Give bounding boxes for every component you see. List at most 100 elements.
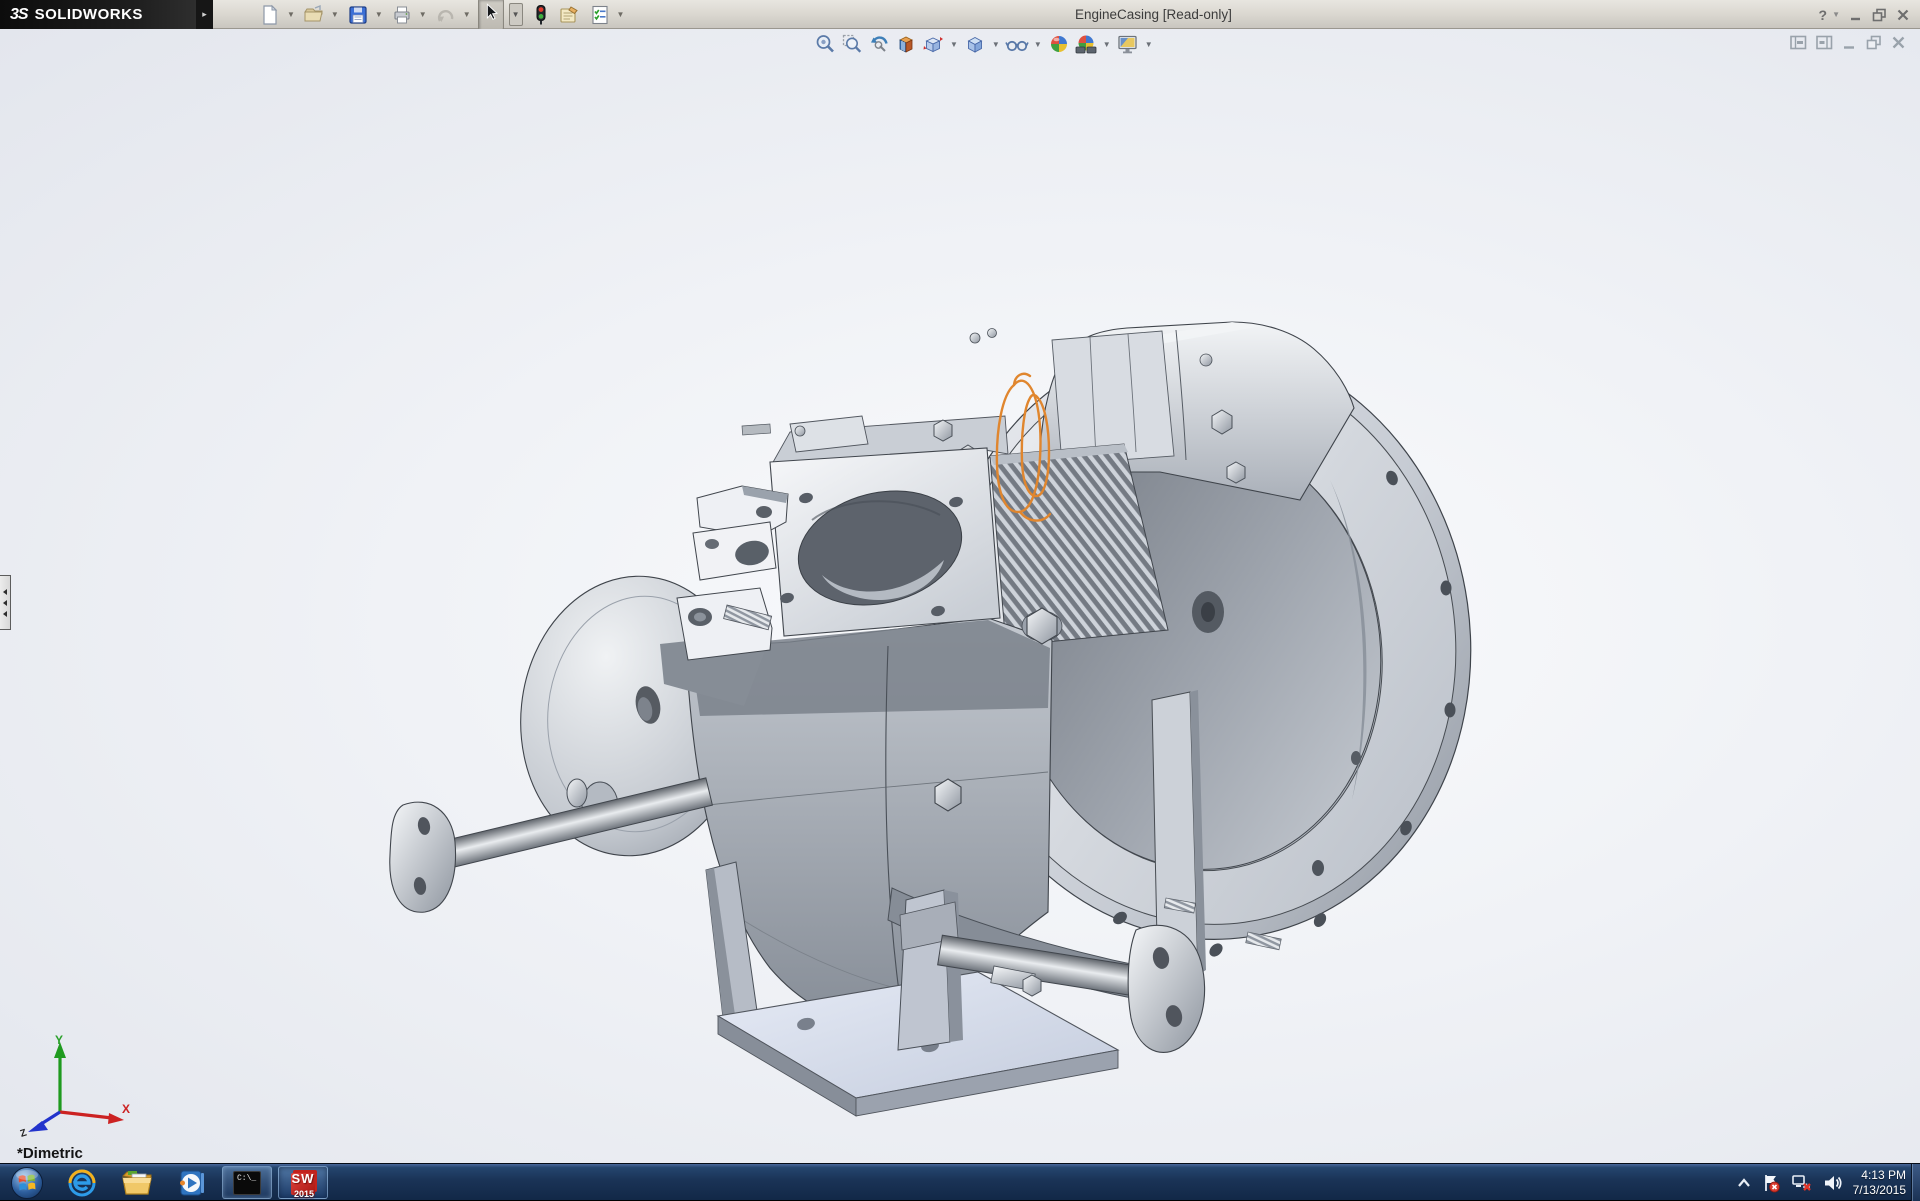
view-settings-button[interactable] bbox=[1116, 32, 1140, 56]
clock[interactable]: 4:13 PM 7/13/2015 bbox=[1853, 1168, 1906, 1198]
internet-explorer-button[interactable] bbox=[66, 1167, 98, 1199]
restore-button[interactable] bbox=[1872, 8, 1887, 22]
desktop: 3S SOLIDWORKS ▸ ▼ ▼ bbox=[0, 0, 1920, 1200]
select-dropdown[interactable]: ▼ bbox=[509, 3, 523, 26]
windows-taskbar: C:\_ SW 2015 bbox=[0, 1163, 1920, 1200]
print-icon bbox=[391, 4, 413, 26]
design-checklist-button[interactable] bbox=[588, 2, 612, 28]
document-minimize-button[interactable] bbox=[1842, 35, 1857, 50]
featuremanager-collapsed-tab[interactable] bbox=[0, 575, 11, 630]
engine-casing-model bbox=[0, 29, 1920, 1163]
document-window-controls bbox=[1790, 35, 1906, 50]
appearance-sphere-icon bbox=[1048, 33, 1070, 55]
document-title: EngineCasing [Read-only] bbox=[1075, 0, 1232, 29]
apply-scene-dropdown[interactable]: ▼ bbox=[1103, 40, 1111, 49]
volume-icon[interactable] bbox=[1823, 1173, 1843, 1193]
document-restore-button[interactable] bbox=[1866, 35, 1882, 50]
file-properties-button[interactable] bbox=[557, 2, 582, 28]
save-dropdown[interactable]: ▼ bbox=[375, 10, 383, 19]
select-tool-button[interactable] bbox=[478, 0, 504, 30]
undo-icon bbox=[435, 4, 457, 26]
view-orientation-button[interactable] bbox=[921, 32, 945, 56]
display-style-dropdown[interactable]: ▼ bbox=[992, 40, 1000, 49]
hide-show-items-dropdown[interactable]: ▼ bbox=[1034, 40, 1042, 49]
sw-year-badge: 2015 bbox=[289, 1189, 319, 1199]
display-style-button[interactable] bbox=[963, 32, 987, 56]
solidworks-2015-button[interactable]: SW 2015 bbox=[278, 1166, 328, 1199]
expand-arrow-icon bbox=[3, 600, 7, 606]
media-player-button[interactable] bbox=[176, 1167, 208, 1199]
file-explorer-button[interactable] bbox=[120, 1168, 154, 1198]
carb-top-plates bbox=[742, 329, 1008, 466]
action-center-flag-icon[interactable] bbox=[1761, 1173, 1781, 1193]
section-view-icon bbox=[895, 33, 917, 55]
standard-toolbar: ▼ ▼ ▼ bbox=[258, 0, 627, 29]
hidden-icons-arrow[interactable] bbox=[1737, 1178, 1751, 1188]
new-document-button[interactable] bbox=[258, 2, 282, 28]
expand-arrow-icon bbox=[3, 589, 7, 595]
section-view-button[interactable] bbox=[894, 32, 918, 56]
zoom-to-fit-button[interactable] bbox=[813, 32, 837, 56]
close-button[interactable] bbox=[1896, 8, 1910, 22]
clock-date: 7/13/2015 bbox=[1853, 1183, 1906, 1198]
view-orientation-label: *Dimetric bbox=[17, 1145, 83, 1162]
new-dropdown[interactable]: ▼ bbox=[287, 10, 295, 19]
display-style-icon bbox=[964, 33, 986, 55]
triad-y-label: Y bbox=[55, 1033, 63, 1047]
open-dropdown[interactable]: ▼ bbox=[331, 10, 339, 19]
zoom-to-fit-icon bbox=[814, 33, 836, 55]
cylinder-flange bbox=[770, 448, 1000, 636]
view-orientation-dropdown[interactable]: ▼ bbox=[950, 40, 958, 49]
command-prompt-button[interactable]: C:\_ bbox=[222, 1166, 272, 1199]
start-button[interactable] bbox=[10, 1166, 44, 1200]
system-tray: 4:13 PM 7/13/2015 bbox=[1737, 1164, 1906, 1201]
print-dropdown[interactable]: ▼ bbox=[419, 10, 427, 19]
featuremanager-pane-split-button[interactable] bbox=[1816, 35, 1833, 50]
show-desktop-button[interactable] bbox=[1911, 1164, 1920, 1201]
document-close-button[interactable] bbox=[1891, 35, 1906, 50]
sw-letters: SW bbox=[289, 1171, 317, 1186]
3ds-logo-mark: 3S bbox=[10, 6, 28, 24]
stoplight-icon bbox=[534, 4, 548, 26]
window-controls: ? ▼ bbox=[1819, 0, 1910, 29]
triad-x-label: X bbox=[122, 1102, 130, 1116]
zoom-to-area-icon bbox=[841, 33, 863, 55]
solidworks-2015-icon: SW 2015 bbox=[289, 1169, 317, 1197]
undo-button[interactable] bbox=[434, 2, 458, 28]
notepad-icon bbox=[558, 4, 581, 26]
command-prompt-icon: C:\_ bbox=[233, 1171, 261, 1195]
help-dropdown[interactable]: ▼ bbox=[1832, 10, 1840, 19]
previous-view-button[interactable] bbox=[867, 32, 891, 56]
view-settings-icon bbox=[1116, 33, 1140, 55]
view-orientation-icon bbox=[922, 33, 944, 55]
menu-expand-arrow[interactable]: ▸ bbox=[196, 0, 213, 29]
save-button[interactable] bbox=[346, 2, 370, 28]
taskbar-items: C:\_ SW 2015 bbox=[10, 1164, 320, 1201]
checklist-icon bbox=[589, 4, 611, 26]
triad-z-label: Z bbox=[19, 1128, 28, 1137]
help-button[interactable]: ? bbox=[1819, 7, 1828, 23]
checklist-dropdown[interactable]: ▼ bbox=[617, 10, 625, 19]
apply-scene-button[interactable] bbox=[1074, 32, 1098, 56]
print-button[interactable] bbox=[390, 2, 414, 28]
graphics-area[interactable]: ▼ ▼ ▼ bbox=[0, 29, 1920, 1163]
view-settings-dropdown[interactable]: ▼ bbox=[1145, 40, 1153, 49]
apply-scene-icon bbox=[1074, 33, 1098, 55]
brand-name: SOLIDWORKS bbox=[35, 6, 143, 23]
network-status-icon[interactable] bbox=[1791, 1173, 1813, 1193]
featuremanager-pane-button[interactable] bbox=[1790, 35, 1807, 50]
reference-triad: Y X Z bbox=[12, 1032, 130, 1137]
hide-show-items-button[interactable] bbox=[1005, 32, 1029, 56]
eyeglasses-icon bbox=[1005, 33, 1029, 55]
expand-arrow-icon bbox=[3, 611, 7, 617]
select-cursor-icon bbox=[481, 2, 501, 22]
open-folder-icon bbox=[303, 4, 325, 26]
zoom-to-area-button[interactable] bbox=[840, 32, 864, 56]
rebuild-button[interactable] bbox=[533, 2, 549, 28]
minimize-button[interactable] bbox=[1849, 8, 1863, 22]
undo-dropdown[interactable]: ▼ bbox=[463, 10, 471, 19]
open-button[interactable] bbox=[302, 2, 326, 28]
previous-view-icon bbox=[868, 33, 890, 55]
edit-appearance-button[interactable] bbox=[1047, 32, 1071, 56]
solidworks-logo: 3S SOLIDWORKS bbox=[0, 0, 196, 29]
